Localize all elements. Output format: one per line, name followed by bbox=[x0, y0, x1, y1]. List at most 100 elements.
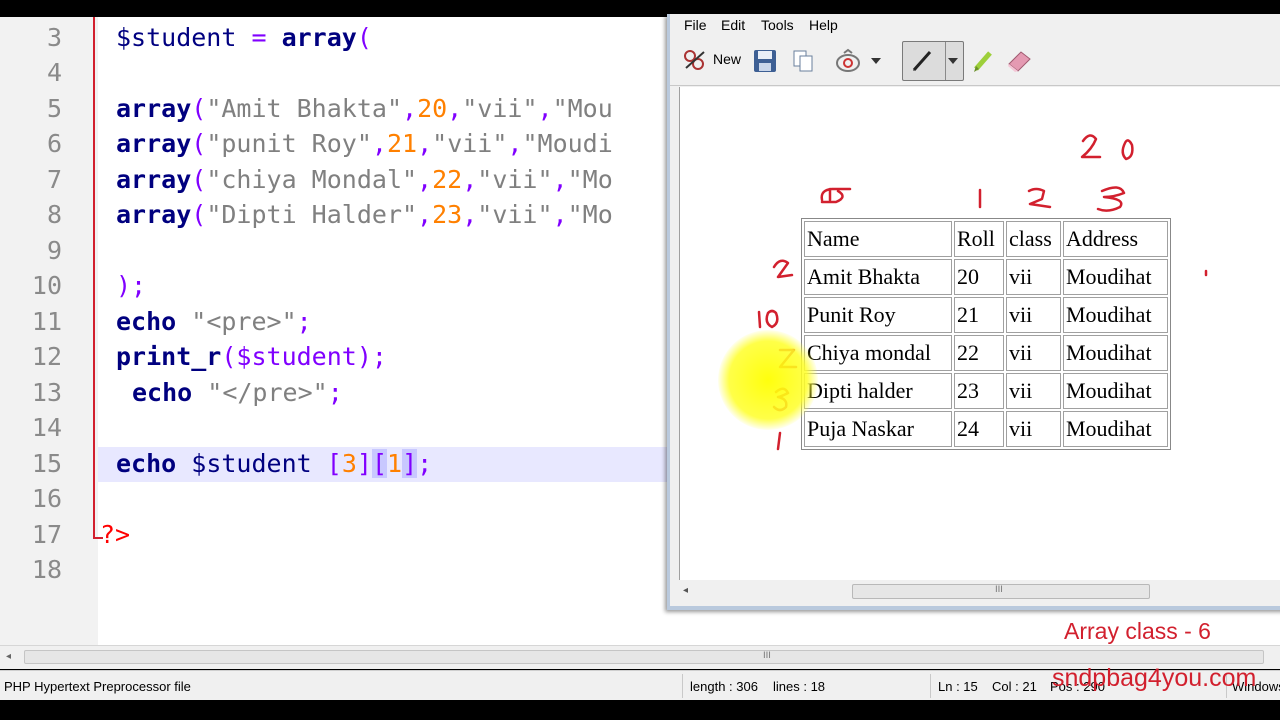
status-lines: lines : 18 bbox=[773, 679, 826, 694]
code-line-7[interactable]: array("chiya Mondal",22,"vii","Mo bbox=[116, 162, 613, 197]
status-ln: Ln : 15 bbox=[938, 679, 978, 694]
menu-tools[interactable]: Tools bbox=[761, 17, 794, 33]
chevron-down-icon[interactable] bbox=[868, 47, 884, 75]
code-line-15[interactable]: echo $student [3][1]; bbox=[116, 446, 432, 481]
code-line-3[interactable]: $student = array( bbox=[116, 20, 372, 55]
code-token: "Moudi bbox=[522, 129, 613, 158]
code-token: , bbox=[417, 129, 433, 158]
chevron-down-icon[interactable] bbox=[943, 47, 963, 75]
code-token: 23 bbox=[432, 200, 463, 229]
table-header: Address bbox=[1063, 221, 1168, 257]
scroll-left-arrow-icon[interactable]: ◂ bbox=[6, 651, 11, 662]
line-number: 10 bbox=[31, 271, 62, 300]
code-token: "Amit Bhakta" bbox=[206, 94, 402, 123]
line-number: 7 bbox=[46, 165, 62, 194]
bottom-letterbox bbox=[0, 700, 1280, 720]
table-cell: Dipti halder bbox=[804, 373, 952, 409]
pen-icon[interactable] bbox=[907, 47, 937, 75]
table-header: Name bbox=[804, 221, 952, 257]
watermark-site: sndpbag4you.com bbox=[1052, 664, 1257, 692]
code-token: , bbox=[417, 165, 433, 194]
table-cell: vii bbox=[1006, 411, 1061, 447]
code-line-10[interactable]: ); bbox=[116, 268, 146, 303]
code-token: 21 bbox=[386, 129, 418, 158]
line-number: 4 bbox=[46, 58, 62, 87]
status-length: length : 306 bbox=[690, 679, 758, 694]
code-line-8[interactable]: array("Dipti Halder",23,"vii","Mo bbox=[116, 197, 613, 232]
copy-icon[interactable] bbox=[788, 47, 818, 75]
mouse-highlight-halo bbox=[718, 330, 818, 430]
pen-tool-selected[interactable] bbox=[902, 41, 964, 81]
code-token: ($student); bbox=[221, 342, 387, 371]
code-token: , bbox=[447, 94, 463, 123]
code-token: $student bbox=[191, 449, 312, 478]
capture-icon[interactable] bbox=[833, 47, 863, 75]
code-token: "vii" bbox=[462, 94, 538, 123]
table-cell: vii bbox=[1006, 373, 1061, 409]
code-token: , bbox=[371, 129, 387, 158]
line-number: 12 bbox=[31, 342, 62, 371]
code-line-13[interactable]: echo "</pre>"; bbox=[132, 375, 343, 410]
code-token: , bbox=[507, 129, 523, 158]
new-button-label[interactable]: New bbox=[713, 51, 741, 67]
menu-file[interactable]: File bbox=[684, 17, 707, 33]
table-row: Amit Bhakta 20 vii Moudihat bbox=[804, 259, 1168, 295]
table-cell: Punit Roy bbox=[804, 297, 952, 333]
scrollbar-thumb[interactable]: III bbox=[852, 584, 1150, 599]
code-token: "</pre>" bbox=[207, 378, 328, 407]
save-icon[interactable] bbox=[750, 47, 780, 75]
table-cell: Amit Bhakta bbox=[804, 259, 952, 295]
table-cell: vii bbox=[1006, 259, 1061, 295]
code-line-17[interactable]: ?> bbox=[100, 517, 130, 552]
menu-bar: File Edit Tools Help bbox=[670, 14, 1280, 36]
code-token: ; bbox=[417, 449, 433, 478]
table-header: Roll bbox=[954, 221, 1004, 257]
highlighter-icon[interactable] bbox=[968, 47, 998, 75]
canvas-horizontal-scrollbar[interactable]: ◂ III bbox=[679, 580, 1280, 604]
menu-help[interactable]: Help bbox=[809, 17, 838, 33]
code-token: "vii" bbox=[432, 129, 508, 158]
table-cell: 23 bbox=[954, 373, 1004, 409]
menu-edit[interactable]: Edit bbox=[721, 17, 745, 33]
code-token: "Mou bbox=[552, 94, 613, 123]
new-icon[interactable] bbox=[680, 47, 710, 75]
table-row: Dipti halder 23 vii Moudihat bbox=[804, 373, 1168, 409]
code-token: 1 bbox=[387, 449, 403, 478]
table-row: Chiya mondal 22 vii Moudihat bbox=[804, 335, 1168, 371]
status-col: Col : 21 bbox=[992, 679, 1037, 694]
code-token: echo bbox=[116, 307, 177, 336]
line-number: 18 bbox=[31, 555, 62, 584]
code-token: 22 bbox=[432, 165, 463, 194]
table-header-row: Name Roll class Address bbox=[804, 221, 1168, 257]
table-row: Puja Naskar 24 vii Moudihat bbox=[804, 411, 1168, 447]
line-number: 14 bbox=[31, 413, 62, 442]
table-cell: Moudihat bbox=[1063, 373, 1168, 409]
table-header: class bbox=[1006, 221, 1061, 257]
eraser-icon[interactable] bbox=[1004, 47, 1034, 75]
code-token: , bbox=[552, 200, 568, 229]
table-cell: Chiya mondal bbox=[804, 335, 952, 371]
line-number: 13 bbox=[31, 378, 62, 407]
code-line-12[interactable]: print_r($student); bbox=[116, 339, 387, 374]
code-line-6[interactable]: array("punit Roy",21,"vii","Moudi bbox=[116, 126, 613, 161]
table-cell: 24 bbox=[954, 411, 1004, 447]
table-cell: 20 bbox=[954, 259, 1004, 295]
code-line-11[interactable]: echo "<pre>"; bbox=[116, 304, 312, 339]
line-number: 5 bbox=[46, 94, 62, 123]
line-number: 3 bbox=[46, 23, 62, 52]
line-number: 11 bbox=[31, 307, 62, 336]
table-cell: vii bbox=[1006, 297, 1061, 333]
fold-marker-line bbox=[93, 17, 95, 539]
table-cell: Moudihat bbox=[1063, 297, 1168, 333]
table-cell: Moudihat bbox=[1063, 259, 1168, 295]
scrollbar-thumb[interactable]: III bbox=[24, 650, 1264, 664]
table-cell: Moudihat bbox=[1063, 411, 1168, 447]
code-token: , bbox=[537, 94, 553, 123]
code-token: , bbox=[462, 200, 478, 229]
table-row: Punit Roy 21 vii Moudihat bbox=[804, 297, 1168, 333]
drawing-app-window[interactable]: File Edit Tools Help New Name Roll class… bbox=[667, 14, 1280, 610]
code-token: 3 bbox=[341, 449, 357, 478]
line-number: 16 bbox=[31, 484, 62, 513]
scroll-left-arrow-icon[interactable]: ◂ bbox=[683, 585, 688, 596]
code-line-5[interactable]: array("Amit Bhakta",20,"vii","Mou bbox=[116, 91, 613, 126]
